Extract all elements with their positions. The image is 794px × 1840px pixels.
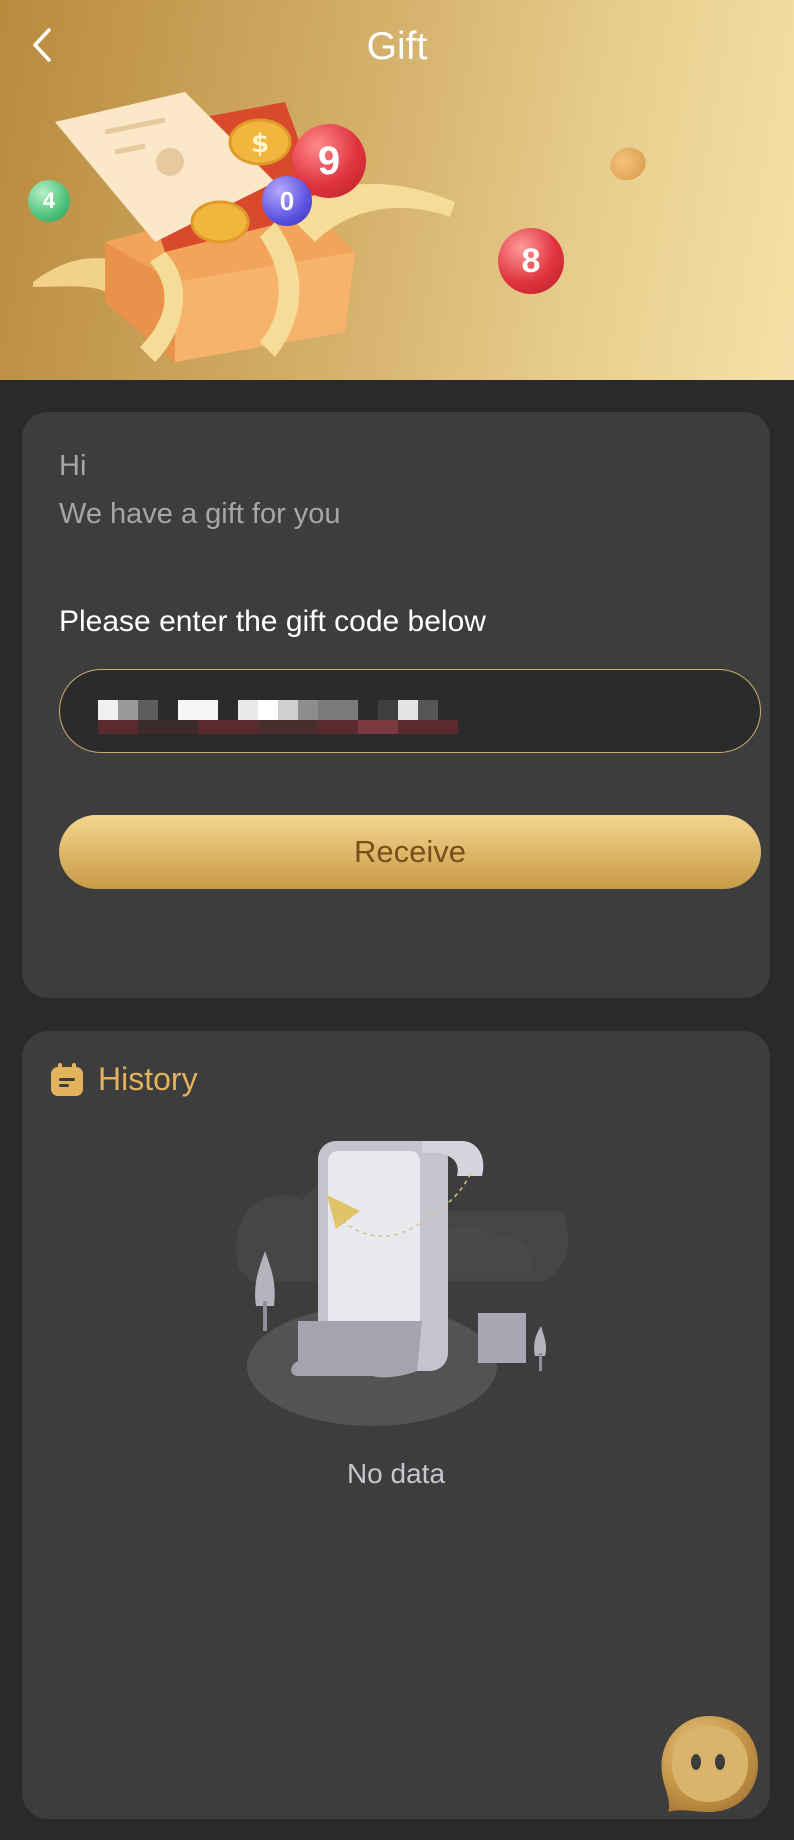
history-card: History No data [22, 1031, 770, 1819]
gift-code-prompt: Please enter the gift code below [59, 605, 486, 638]
chat-assistant-button[interactable] [656, 1712, 762, 1818]
lottery-ball-4: 4 [28, 180, 70, 222]
lottery-ball-8: 8 [498, 228, 564, 294]
gift-code-input[interactable] [60, 670, 760, 752]
gift-code-card: Hi We have a gift for you Please enter t… [22, 412, 770, 998]
history-header: History [50, 1061, 198, 1098]
page-title: Gift [366, 25, 428, 68]
chat-bubble-icon [661, 1716, 758, 1812]
empty-state-text: No data [346, 1458, 446, 1489]
receive-button[interactable]: Receive [59, 815, 761, 889]
gift-box-illustration: $ [33, 92, 455, 362]
calendar-icon [51, 1062, 83, 1096]
floating-coin-icon [604, 141, 652, 187]
svg-text:$: $ [251, 129, 269, 159]
greeting-text: We have a gift for you [59, 498, 341, 530]
lottery-ball-0: 0 [262, 176, 312, 226]
greeting-hi: Hi [59, 450, 87, 482]
history-title: History [98, 1061, 198, 1097]
header-banner: Gift $ 9 4 0 8 [0, 0, 794, 380]
gift-code-field[interactable] [59, 669, 761, 753]
empty-state-illustration [235, 1141, 568, 1426]
